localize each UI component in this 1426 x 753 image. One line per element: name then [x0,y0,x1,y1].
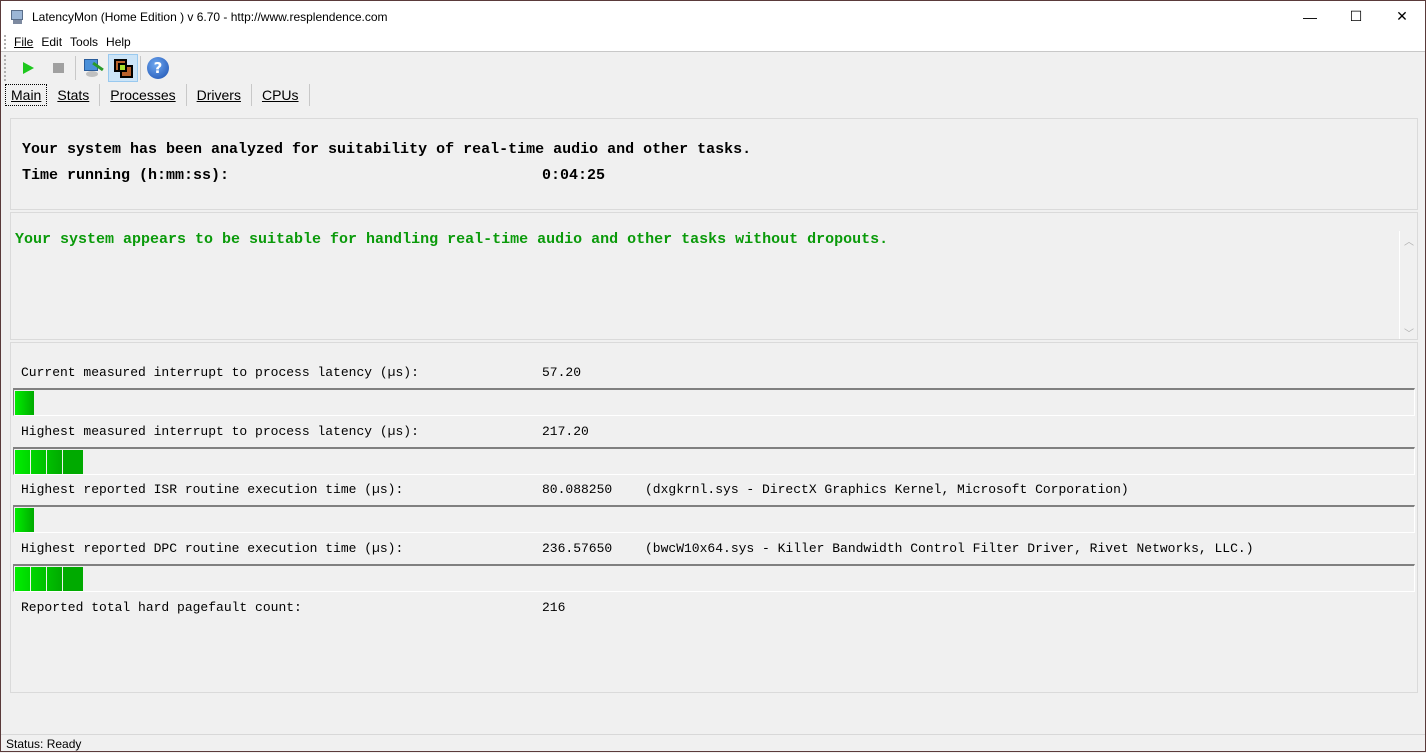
bar-segment [31,450,46,474]
current-latency-value: 57.20 [542,365,582,380]
window-view-button[interactable] [108,54,138,82]
scroll-down-icon[interactable]: ﹀ [1403,325,1415,340]
stop-button[interactable] [43,54,73,82]
toolbar-separator [140,56,141,80]
menu-bar: File Edit Tools Help [1,32,1425,52]
menu-edit[interactable]: Edit [41,35,62,49]
close-button[interactable]: ✕ [1379,1,1425,32]
menu-file[interactable]: File [14,35,33,49]
toolbar-grip[interactable] [4,55,6,81]
isr-time-label: Highest reported ISR routine execution t… [21,482,404,497]
toolbar: ? [1,53,1425,83]
status-bar: Status: Ready [1,734,1425,753]
verdict-text: Your system appears to be suitable for h… [15,231,889,248]
menu-help[interactable]: Help [106,35,131,49]
maximize-button[interactable]: ☐ [1333,1,1379,32]
metrics-panel: Current measured interrupt to process la… [10,342,1418,693]
summary-text: Your system has been analyzed for suitab… [22,141,752,158]
current-latency-label: Current measured interrupt to process la… [21,365,419,380]
toolbar-separator [75,56,76,80]
dpc-time-label: Highest reported DPC routine execution t… [21,541,404,556]
bar-segment [47,567,62,591]
bar-segment [63,450,83,474]
current-latency-bar [13,388,1415,416]
scroll-up-icon[interactable]: ︿ [1403,233,1415,248]
windows-icon [112,57,134,79]
highest-latency-label: Highest measured interrupt to process la… [21,424,419,439]
bar-segment [15,567,30,591]
time-running-value: 0:04:25 [542,167,606,184]
highest-latency-bar [13,447,1415,475]
help-button[interactable]: ? [143,54,173,82]
driver-monitor-icon [82,57,104,79]
summary-panel: Your system has been analyzed for suitab… [10,118,1418,210]
minimize-button[interactable]: — [1287,1,1333,32]
window-title: LatencyMon (Home Edition ) v 6.70 - http… [32,9,388,24]
verdict-panel: Your system appears to be suitable for h… [10,212,1418,340]
time-running-label: Time running (h:mm:ss): [22,167,230,184]
bar-segment [63,567,83,591]
help-icon: ? [147,57,169,79]
tab-cpus[interactable]: CPUs [252,84,310,106]
app-window: LatencyMon (Home Edition ) v 6.70 - http… [0,0,1426,752]
menu-tools[interactable]: Tools [70,35,98,49]
pagefault-value: 216 [542,600,566,615]
play-icon [22,62,34,74]
bar-segment [31,567,46,591]
bar-segment [47,450,62,474]
highest-latency-value: 217.20 [542,424,589,439]
dpc-time-bar [13,564,1415,592]
isr-driver-info: (dxgkrnl.sys - DirectX Graphics Kernel, … [645,482,1129,497]
bar-segment [15,508,34,532]
tab-processes[interactable]: Processes [100,84,187,106]
stop-icon [52,63,64,73]
bar-segment [15,450,30,474]
pagefault-label: Reported total hard pagefault count: [21,600,302,615]
tab-stats[interactable]: Stats [47,84,101,106]
menu-grip[interactable] [4,35,6,49]
tab-bar: Main Stats Processes Drivers CPUs [1,83,310,107]
bar-segment [15,391,34,415]
title-bar: LatencyMon (Home Edition ) v 6.70 - http… [1,1,1425,32]
app-icon [10,9,26,25]
dpc-time-value: 236.57650 [542,541,613,556]
drivers-info-button[interactable] [78,54,108,82]
dpc-driver-info: (bwcW10x64.sys - Killer Bandwidth Contro… [645,541,1254,556]
tab-main[interactable]: Main [5,84,48,106]
isr-time-value: 80.088250 [542,482,613,497]
start-button[interactable] [13,54,43,82]
verdict-scrollbar[interactable]: ︿ ﹀ [1399,231,1417,340]
tab-drivers[interactable]: Drivers [187,84,252,106]
isr-time-bar [13,505,1415,533]
